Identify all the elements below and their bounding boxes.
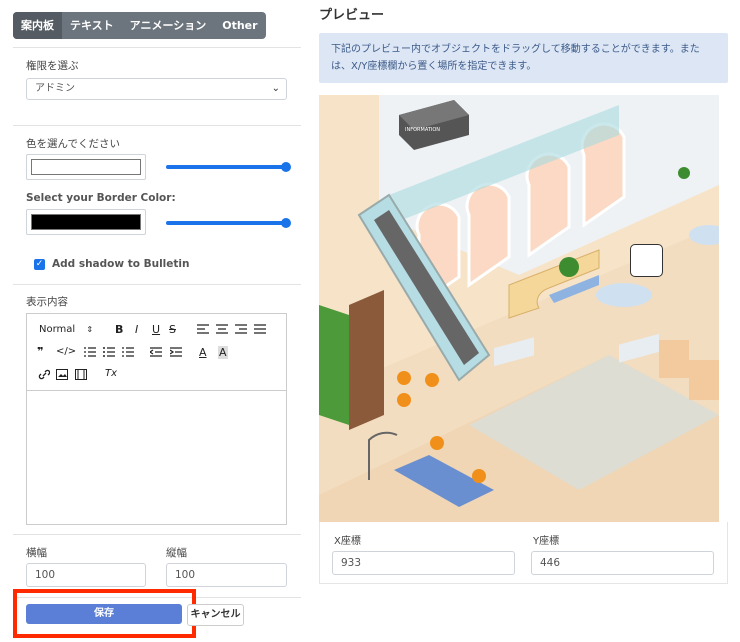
- app-root: 案内板 テキスト アニメーション Other 権限を選ぶ アドミン ⌄ 色を選ん…: [0, 0, 740, 642]
- permission-value: アドミン: [35, 83, 75, 94]
- bold-button[interactable]: B: [115, 323, 123, 336]
- editor-content-area[interactable]: [27, 392, 286, 524]
- office-illustration: INFORMATION: [319, 95, 719, 523]
- preview-title: プレビュー: [319, 8, 385, 23]
- draggable-bulletin-object[interactable]: [630, 244, 663, 277]
- bg-color-button[interactable]: A: [218, 346, 228, 359]
- align-center-icon[interactable]: [216, 324, 228, 334]
- permission-select[interactable]: アドミン ⌄: [26, 78, 287, 100]
- border-opacity-slider[interactable]: [166, 218, 291, 228]
- italic-button[interactable]: I: [135, 323, 138, 336]
- updown-icon: ⇕: [86, 325, 94, 334]
- y-coord-label: Y座標: [533, 536, 560, 547]
- content-label: 表示内容: [26, 296, 68, 308]
- border-color-swatch: [31, 214, 141, 230]
- strike-button[interactable]: S: [169, 323, 176, 336]
- checklist-icon[interactable]: [122, 347, 134, 357]
- editor-toolbar: Normal ⇕ B I U S ❞ </> A A Tx: [27, 314, 286, 391]
- video-icon[interactable]: [75, 369, 87, 380]
- divider: [13, 284, 301, 285]
- preview-canvas[interactable]: INFORMATION: [319, 95, 719, 523]
- permission-label: 権限を選ぶ: [26, 60, 79, 72]
- shadow-label: Add shadow to Bulletin: [52, 258, 190, 270]
- border-color-label: Select your Border Color:: [26, 192, 176, 204]
- header-select[interactable]: Normal ⇕: [39, 324, 93, 335]
- tab-signboard[interactable]: 案内板: [13, 12, 62, 39]
- coordinate-panel: X座標 933 Y座標 446: [319, 522, 728, 584]
- quote-button[interactable]: ❞: [37, 345, 43, 358]
- height-label: 縦幅: [166, 547, 187, 559]
- align-justify-icon[interactable]: [254, 324, 266, 334]
- color-opacity-slider[interactable]: [166, 162, 291, 172]
- info-desk-sign: INFORMATION: [405, 127, 440, 133]
- width-input[interactable]: 100: [26, 563, 146, 587]
- clear-format-button[interactable]: Tx: [105, 368, 117, 379]
- save-button[interactable]: 保存: [26, 604, 182, 624]
- bullet-list-icon[interactable]: [103, 347, 115, 357]
- rich-text-editor: Normal ⇕ B I U S ❞ </> A A Tx: [26, 313, 287, 525]
- code-button[interactable]: </>: [56, 346, 76, 357]
- text-color-button[interactable]: A: [199, 346, 207, 359]
- border-color-picker[interactable]: [26, 209, 146, 235]
- indent-icon[interactable]: [170, 347, 182, 357]
- slider-handle[interactable]: [281, 218, 291, 228]
- height-input[interactable]: 100: [166, 563, 287, 587]
- color-swatch: [31, 159, 141, 175]
- width-label: 横幅: [26, 547, 47, 559]
- underline-button[interactable]: U: [152, 323, 160, 336]
- x-coord-input[interactable]: 933: [332, 551, 515, 575]
- x-coord-label: X座標: [334, 536, 361, 547]
- divider: [13, 534, 301, 535]
- header-select-value: Normal: [39, 324, 76, 335]
- link-icon[interactable]: [38, 369, 50, 380]
- align-right-icon[interactable]: [235, 324, 247, 334]
- y-coord-input[interactable]: 446: [531, 551, 714, 575]
- divider: [13, 47, 301, 48]
- outdent-icon[interactable]: [150, 347, 162, 357]
- tab-animation[interactable]: アニメーション: [122, 12, 215, 39]
- ordered-list-icon[interactable]: [84, 347, 96, 357]
- color-picker[interactable]: [26, 154, 146, 180]
- tab-bar: 案内板 テキスト アニメーション Other: [13, 12, 266, 39]
- color-label: 色を選んでください: [26, 138, 120, 150]
- slider-handle[interactable]: [281, 162, 291, 172]
- chevron-down-icon: ⌄: [271, 83, 280, 94]
- divider: [13, 125, 301, 126]
- cancel-button[interactable]: キャンセル: [187, 604, 244, 626]
- align-left-icon[interactable]: [197, 324, 209, 334]
- tab-other[interactable]: Other: [214, 12, 265, 39]
- tab-text[interactable]: テキスト: [62, 12, 122, 39]
- shadow-checkbox[interactable]: ✓: [34, 259, 45, 270]
- preview-info: 下記のプレビュー内でオブジェクトをドラッグして移動することができます。または、X…: [319, 33, 728, 83]
- image-icon[interactable]: [56, 369, 68, 380]
